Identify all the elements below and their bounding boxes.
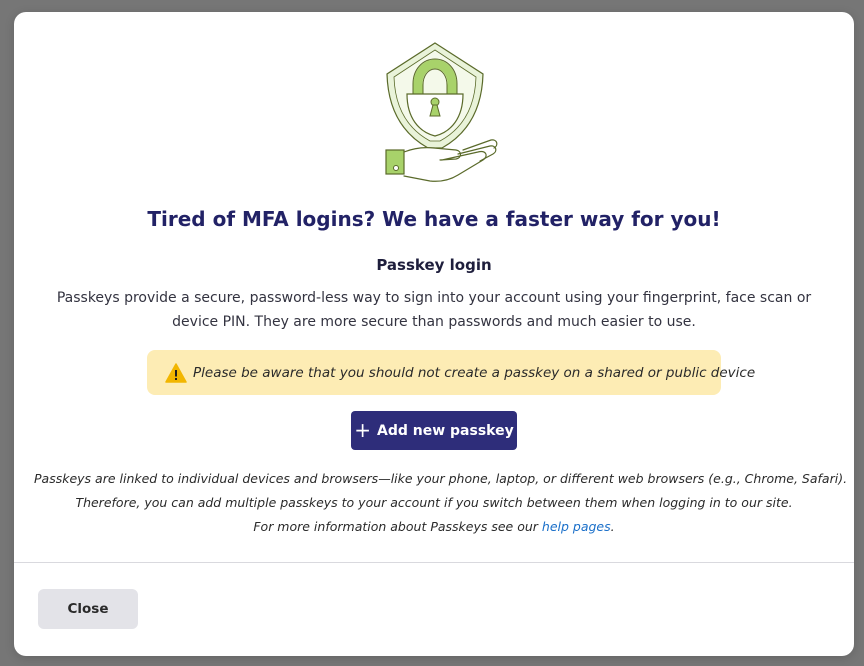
footnote-prefix: For more information about Passkeys see … — [253, 519, 542, 534]
shield-lock-hand-icon — [385, 42, 498, 182]
plus-icon: + — [354, 417, 372, 442]
passkey-description: Passkeys provide a secure, password-less… — [56, 290, 812, 330]
add-passkey-button[interactable]: + Add new passkey — [351, 411, 517, 450]
passkey-dialog: Tired of MFA logins? We have a faster wa… — [14, 12, 854, 656]
footnote-line: Therefore, you can add multiple passkeys… — [75, 495, 793, 510]
help-pages-link[interactable]: help pages — [542, 519, 611, 534]
add-passkey-label: Add new passkey — [377, 422, 514, 439]
passkey-footnote: Passkeys are linked to individual device… — [34, 467, 848, 539]
section-heading: Passkey login — [376, 256, 492, 274]
close-button[interactable]: Close — [38, 589, 138, 629]
footnote-suffix: . — [610, 519, 615, 534]
footer-divider — [14, 562, 854, 563]
footnote-line: For more information about Passkeys see … — [34, 515, 834, 539]
warning-banner: Please be aware that you should not crea… — [147, 350, 755, 395]
warning-triangle-icon — [165, 362, 187, 383]
footnote-line: Passkeys are linked to individual device… — [34, 471, 848, 486]
dialog-title: Tired of MFA logins? We have a faster wa… — [147, 207, 721, 231]
warning-text: Please be aware that you should not crea… — [193, 364, 756, 381]
